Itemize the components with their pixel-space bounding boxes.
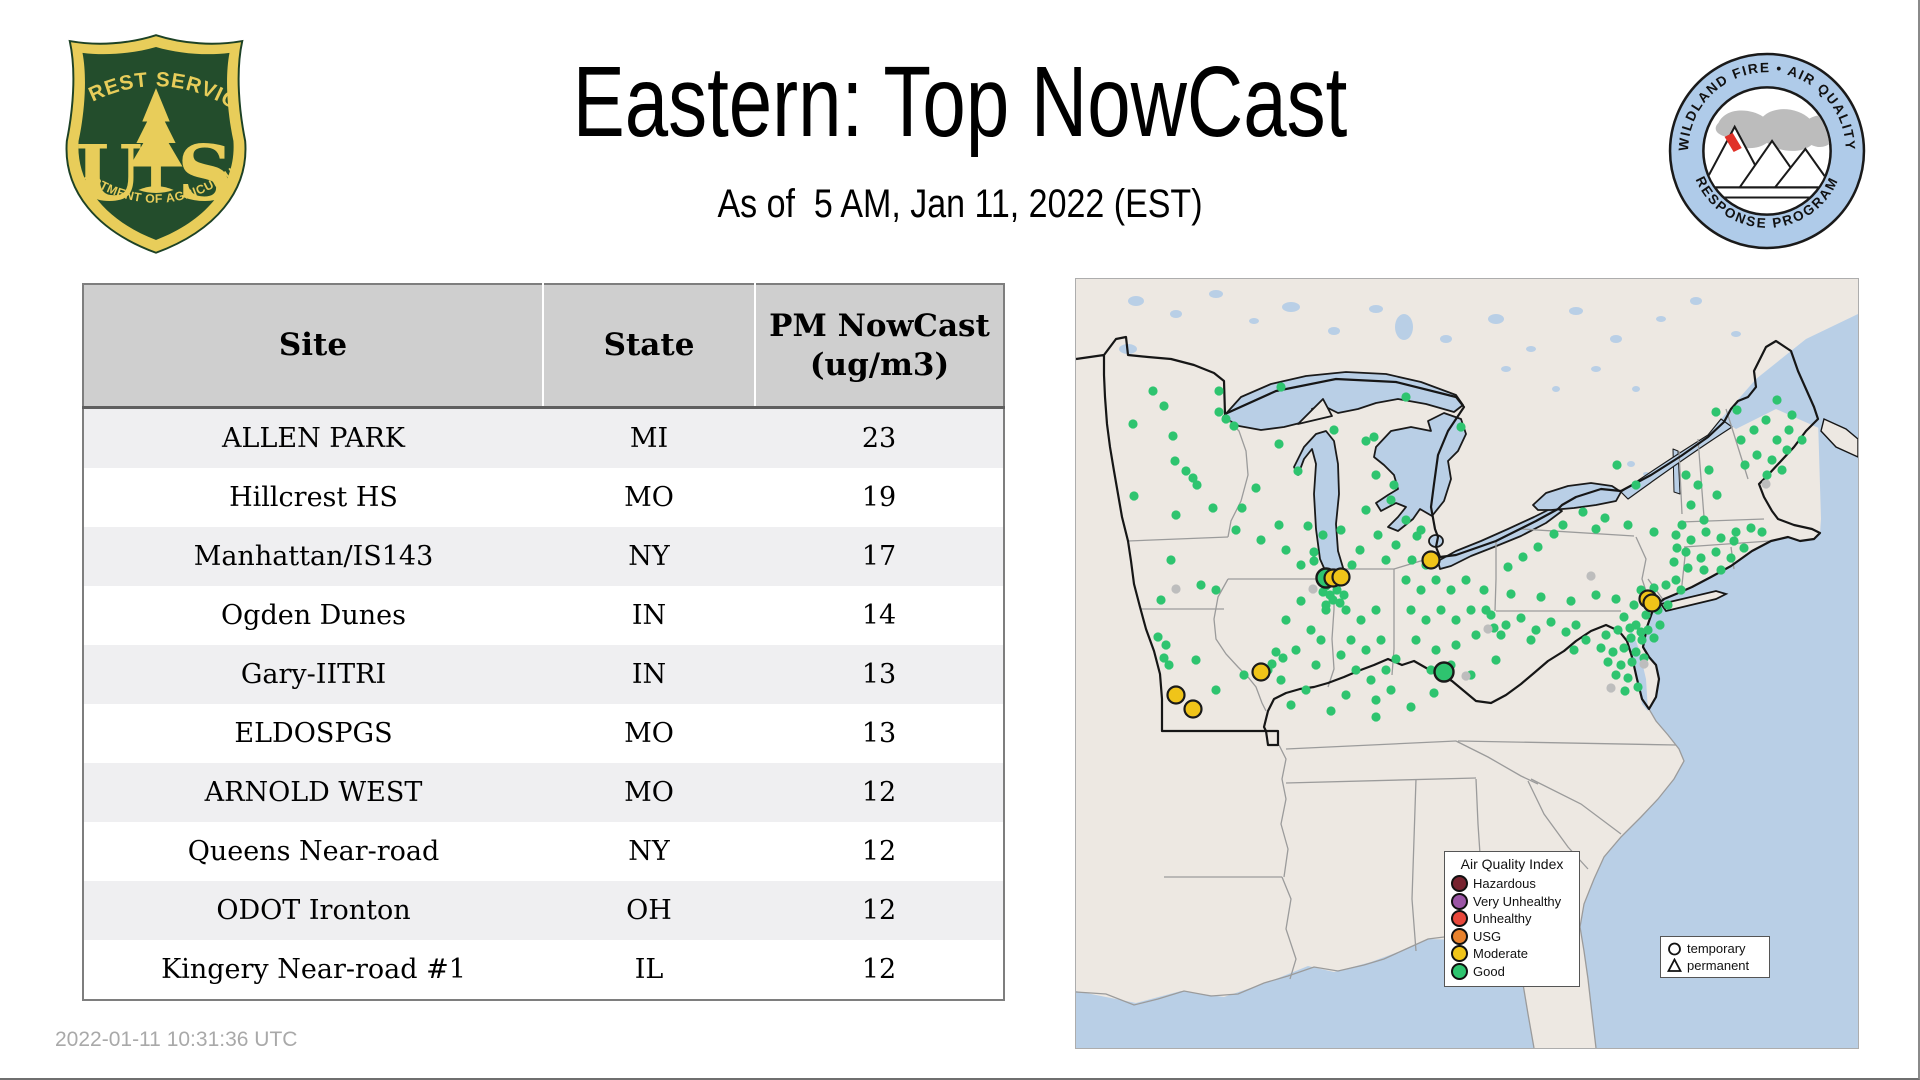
table-body: ALLEN PARKMI23Hillcrest HSMO19Manhattan/…: [83, 408, 1004, 1001]
pm-cell: 19: [755, 468, 1004, 527]
aqi-label: Hazardous: [1473, 876, 1536, 891]
aqi-label: Moderate: [1473, 946, 1528, 961]
wfaqrp-logo: WILDLAND FIRE • AIR QUALITY RESPONSE PRO…: [1666, 50, 1868, 252]
pm-cell: 12: [755, 763, 1004, 822]
table-row: Ogden DunesIN14: [83, 586, 1004, 645]
aqi-legend-title: Air Quality Index: [1451, 856, 1573, 872]
monitor-type-legend: temporary permanent: [1660, 936, 1770, 978]
permanent-monitor-icon: [1667, 958, 1682, 973]
generated-timestamp: 2022-01-11 10:31:36 UTC: [55, 1028, 297, 1052]
aqi-legend: Air Quality Index Hazardous Very Unhealth…: [1444, 851, 1580, 987]
pm-cell: 14: [755, 586, 1004, 645]
aqi-color-swatch: [1451, 928, 1468, 945]
col-header-pm: PM NowCast (ug/m3): [755, 284, 1004, 408]
pm-cell: 13: [755, 645, 1004, 704]
pm-cell: 12: [755, 881, 1004, 940]
aqi-label: USG: [1473, 929, 1501, 944]
table-row: Hillcrest HSMO19: [83, 468, 1004, 527]
aqi-color-swatch: [1451, 963, 1468, 980]
site-cell: ALLEN PARK: [83, 408, 543, 469]
pm-cell: 23: [755, 408, 1004, 469]
aqi-label: Unhealthy: [1473, 911, 1532, 926]
aqi-color-swatch: [1451, 910, 1468, 927]
permanent-label: permanent: [1687, 958, 1749, 973]
table-row: ODOT IrontonOH12: [83, 881, 1004, 940]
site-cell: ARNOLD WEST: [83, 763, 543, 822]
legend-row-temporary: temporary: [1667, 940, 1763, 957]
top-nowcast-table: Site State PM NowCast (ug/m3) ALLEN PARK…: [82, 283, 1005, 1001]
col-header-state: State: [543, 284, 755, 408]
page-subtitle: As of 5 AM, Jan 11, 2022 (EST): [399, 182, 1521, 227]
monitor-map: Air Quality Index Hazardous Very Unhealth…: [1075, 278, 1859, 1049]
site-cell: ELDOSPGS: [83, 704, 543, 763]
state-cell: NY: [543, 822, 755, 881]
col-header-site: Site: [83, 284, 543, 408]
state-cell: IN: [543, 645, 755, 704]
table-header-row: Site State PM NowCast (ug/m3): [83, 284, 1004, 408]
aqi-legend-item: Very Unhealthy: [1451, 893, 1573, 911]
fs-monogram-u: U: [76, 129, 143, 219]
state-cell: MO: [543, 468, 755, 527]
table-row: Queens Near-roadNY12: [83, 822, 1004, 881]
site-cell: Ogden Dunes: [83, 586, 543, 645]
aqi-legend-item: Moderate: [1451, 945, 1573, 963]
temporary-monitor-icon: [1667, 941, 1682, 956]
temporary-label: temporary: [1687, 941, 1746, 956]
table-row: Kingery Near-road #1IL12: [83, 940, 1004, 1000]
site-cell: Hillcrest HS: [83, 468, 543, 527]
table-row: Manhattan/IS143NY17: [83, 527, 1004, 586]
state-cell: IN: [543, 586, 755, 645]
table-row: ARNOLD WESTMO12: [83, 763, 1004, 822]
pm-cell: 13: [755, 704, 1004, 763]
site-cell: Manhattan/IS143: [83, 527, 543, 586]
aqi-legend-item: Hazardous: [1451, 875, 1573, 893]
table-row: ELDOSPGSMO13: [83, 704, 1004, 763]
state-cell: MO: [543, 763, 755, 822]
forest-service-logo: FOREST SERVICE U S DEPARTMENT OF AGRICUL…: [58, 30, 254, 256]
state-cell: NY: [543, 527, 755, 586]
site-cell: Queens Near-road: [83, 822, 543, 881]
legend-row-permanent: permanent: [1667, 957, 1763, 974]
page-title: Eastern: Top NowCast: [445, 52, 1475, 152]
aqi-color-swatch: [1451, 893, 1468, 910]
pm-cell: 17: [755, 527, 1004, 586]
pm-cell: 12: [755, 940, 1004, 1000]
site-cell: ODOT Ironton: [83, 881, 543, 940]
pm-cell: 12: [755, 822, 1004, 881]
aqi-legend-item: Unhealthy: [1451, 910, 1573, 928]
state-cell: MO: [543, 704, 755, 763]
aqi-label: Very Unhealthy: [1473, 894, 1561, 909]
aqi-color-swatch: [1451, 945, 1468, 962]
aqi-color-swatch: [1451, 875, 1468, 892]
table-row: ALLEN PARKMI23: [83, 408, 1004, 469]
report-page: FOREST SERVICE U S DEPARTMENT OF AGRICUL…: [0, 0, 1920, 1080]
aqi-legend-item: USG: [1451, 928, 1573, 946]
site-cell: Gary-IITRI: [83, 645, 543, 704]
table-row: Gary-IITRIIN13: [83, 645, 1004, 704]
aqi-label: Good: [1473, 964, 1505, 979]
state-cell: MI: [543, 408, 755, 469]
state-cell: IL: [543, 940, 755, 1000]
site-cell: Kingery Near-road #1: [83, 940, 543, 1000]
state-cell: OH: [543, 881, 755, 940]
aqi-legend-items: Hazardous Very Unhealthy Unhealthy USG Moder…: [1451, 875, 1573, 980]
aqi-legend-item: Good: [1451, 963, 1573, 981]
